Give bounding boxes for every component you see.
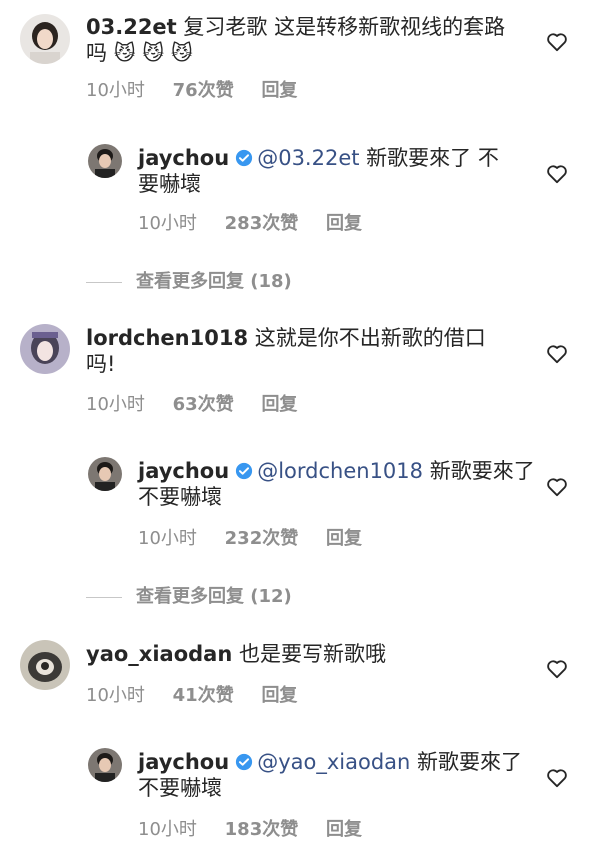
divider-line	[86, 281, 122, 283]
comment-meta-3: 10小时 41次赞 回复	[86, 681, 319, 707]
username[interactable]: jaychou	[138, 750, 229, 774]
username[interactable]: lordchen1018	[86, 326, 248, 350]
avatar-image	[88, 748, 122, 782]
avatar-image	[20, 640, 70, 690]
view-more-replies-button[interactable]: 查看更多回复 (12)	[86, 582, 292, 608]
reply-text-2: jaychou @lordchen1018 新歌要來了 不要嚇壞	[138, 458, 538, 510]
avatar-image	[20, 324, 70, 374]
likes-count[interactable]: 183次赞	[225, 819, 299, 840]
view-more-label: 查看更多回复 (18)	[136, 271, 292, 292]
divider-line	[86, 596, 122, 598]
comment-text-1: 03.22et 复习老歌 这是转移新歌视线的套路吗 😼 😼 😼	[86, 14, 526, 66]
avatar-image	[88, 144, 122, 178]
verified-badge-icon	[236, 149, 253, 167]
emoji-cats: 😼 😼 😼	[113, 41, 193, 65]
username[interactable]: jaychou	[138, 459, 229, 483]
view-more-replies-button[interactable]: 查看更多回复 (18)	[86, 267, 292, 293]
username[interactable]: yao_xiaodan	[86, 642, 232, 666]
avatar-jaychou[interactable]	[88, 144, 122, 178]
mention-link[interactable]: @yao_xiaodan	[257, 750, 410, 774]
avatar-yao-xiaodan[interactable]	[20, 640, 70, 690]
reply-button[interactable]: 回复	[326, 819, 362, 840]
reply-text-1: jaychou @03.22et 新歌要來了 不要嚇壞	[138, 145, 518, 197]
avatar-jaychou[interactable]	[88, 457, 122, 491]
time: 10小时	[138, 819, 197, 840]
reply-button[interactable]: 回复	[326, 213, 362, 234]
like-heart-icon[interactable]	[546, 344, 568, 364]
comment-body: 也是要写新歌哦	[238, 642, 386, 666]
comment-meta-2: 10小时 63次赞 回复	[86, 390, 319, 416]
time: 10小时	[86, 394, 145, 415]
mention-link[interactable]: @03.22et	[257, 146, 359, 170]
verified-badge-icon	[236, 462, 253, 480]
reply-button[interactable]: 回复	[261, 394, 297, 415]
comment-meta-1: 10小时 76次赞 回复	[86, 76, 319, 102]
avatar-03-22et[interactable]	[20, 14, 70, 64]
username[interactable]: jaychou	[138, 146, 229, 170]
reply-text-3: jaychou @yao_xiaodan 新歌要來了 不要嚇壞	[138, 749, 538, 801]
mention-link[interactable]: @lordchen1018	[257, 459, 423, 483]
like-heart-icon[interactable]	[546, 659, 568, 679]
likes-count[interactable]: 76次赞	[173, 80, 234, 101]
comment-text-3: yao_xiaodan 也是要写新歌哦	[86, 641, 526, 667]
reply-meta-2: 10小时 232次赞 回复	[138, 524, 384, 550]
like-heart-icon[interactable]	[546, 32, 568, 52]
like-heart-icon[interactable]	[546, 768, 568, 788]
time: 10小时	[138, 213, 197, 234]
likes-count[interactable]: 232次赞	[225, 528, 299, 549]
avatar-image	[20, 14, 70, 64]
reply-button[interactable]: 回复	[261, 685, 297, 706]
reply-button[interactable]: 回复	[326, 528, 362, 549]
avatar-image	[88, 457, 122, 491]
like-heart-icon[interactable]	[546, 164, 568, 184]
time: 10小时	[138, 528, 197, 549]
time: 10小时	[86, 685, 145, 706]
like-heart-icon[interactable]	[546, 477, 568, 497]
reply-button[interactable]: 回复	[261, 80, 297, 101]
avatar-lordchen1018[interactable]	[20, 324, 70, 374]
comment-text-2: lordchen1018 这就是你不出新歌的借口吗!	[86, 325, 506, 377]
reply-meta-1: 10小时 283次赞 回复	[138, 209, 384, 235]
verified-badge-icon	[236, 753, 253, 771]
time: 10小时	[86, 80, 145, 101]
likes-count[interactable]: 41次赞	[173, 685, 234, 706]
reply-meta-3: 10小时 183次赞 回复	[138, 815, 384, 841]
username[interactable]: 03.22et	[86, 15, 177, 39]
view-more-label: 查看更多回复 (12)	[136, 586, 292, 607]
avatar-jaychou[interactable]	[88, 748, 122, 782]
likes-count[interactable]: 283次赞	[225, 213, 299, 234]
likes-count[interactable]: 63次赞	[173, 394, 234, 415]
